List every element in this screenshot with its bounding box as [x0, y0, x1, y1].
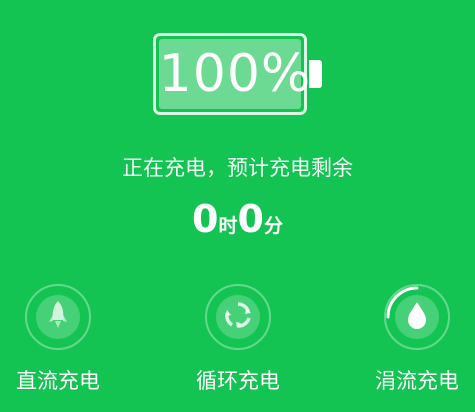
mode-dc-charging-label: 直流充电 [16, 369, 100, 393]
remaining-minutes: 0 [237, 197, 264, 241]
remaining-time: 0时0分 [0, 196, 475, 250]
mode-cycle-charging[interactable]: 循环充电 [183, 284, 293, 404]
minutes-unit: 分 [263, 215, 283, 237]
hours-unit: 时 [218, 215, 238, 237]
battery-percent: 100% [158, 44, 312, 104]
mode-cycle-charging-label: 循环充电 [196, 369, 280, 393]
mode-trickle-charging-label: 涓流充电 [375, 369, 459, 393]
charging-status-text: 正在充电，预计充电剩余 [122, 156, 353, 180]
mode-dc-charging[interactable]: 直流充电 [3, 284, 113, 404]
active-progress-arc [386, 286, 419, 319]
recycle-icon [224, 301, 252, 333]
rocket-icon [46, 300, 70, 334]
mode-trickle-charging[interactable]: 涓流充电 [362, 284, 472, 404]
remaining-hours: 0 [192, 197, 219, 241]
mode-trickle-charging-circle[interactable] [384, 284, 450, 350]
mode-cycle-charging-circle[interactable] [205, 284, 271, 350]
mode-dc-charging-circle[interactable] [25, 284, 91, 350]
